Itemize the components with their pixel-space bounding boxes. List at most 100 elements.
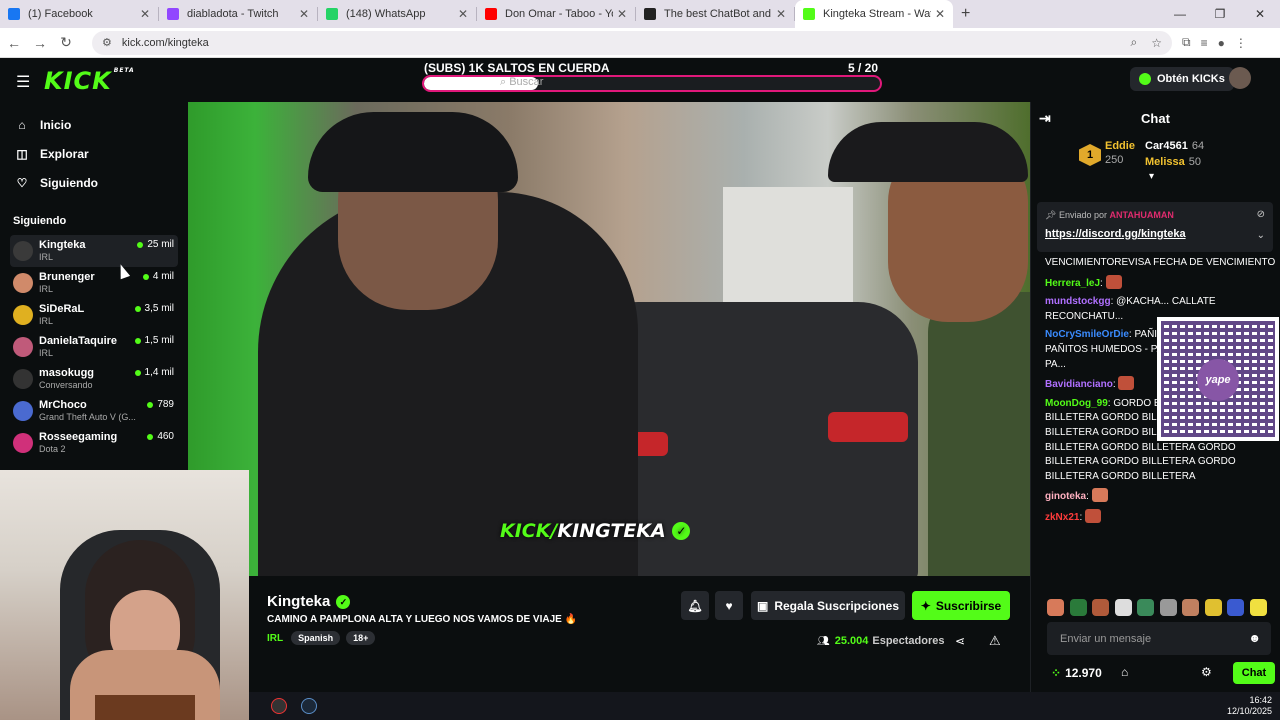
close-tab-icon[interactable]: ✕ — [458, 7, 468, 21]
emote-icon — [1105, 274, 1122, 289]
hide-pin-icon[interactable]: ⊘ — [1257, 209, 1265, 220]
user-avatar[interactable] — [1229, 67, 1251, 89]
site-info-icon[interactable]: ⚙ — [102, 36, 112, 49]
forward-icon[interactable]: → — [28, 35, 52, 51]
tag-language[interactable]: Spanish — [291, 631, 341, 645]
emote-button[interactable] — [1137, 599, 1154, 616]
subscribe-button[interactable]: ✦ Suscribirse — [912, 591, 1010, 620]
emote-button[interactable] — [1182, 599, 1199, 616]
back-icon[interactable]: ← — [2, 35, 26, 51]
get-kicks-button[interactable]: Obtén KICKs — [1130, 67, 1234, 91]
kicks-balance[interactable]: ⁘ 12.970 — [1051, 666, 1102, 680]
emote-button[interactable] — [1204, 599, 1222, 616]
chat-username[interactable]: Bavidianciano — [1045, 379, 1113, 390]
browser-tab[interactable]: (1) Facebook ✕ — [0, 0, 158, 28]
bookmark-star-icon[interactable]: ☆ — [1151, 36, 1162, 50]
streamer-name[interactable]: Kingteka ✓ — [267, 593, 351, 610]
steam-icon[interactable] — [301, 698, 317, 714]
chat-header: ⇥ Chat — [1031, 102, 1280, 135]
browser-menu-icon[interactable]: ⋮ — [1235, 36, 1247, 50]
channel-avatar — [13, 369, 33, 389]
browser-tab[interactable]: The best ChatBot and Widgets✕ — [636, 0, 794, 28]
browser-tab[interactable]: Kingteka Stream - Watch Li✕ — [795, 0, 953, 28]
leader-second[interactable]: Car4561 64 — [1145, 140, 1204, 152]
emote-button[interactable] — [1249, 599, 1267, 616]
expand-leaderboard-icon[interactable]: ▾ — [1149, 171, 1154, 182]
follow-heart-button[interactable]: ♥ — [715, 591, 743, 620]
emote-button[interactable] — [1159, 599, 1177, 616]
chat-username[interactable]: Herrera_leJ — [1045, 278, 1100, 289]
home-icon: ⌂ — [18, 117, 26, 132]
emote-button[interactable] — [1069, 599, 1087, 616]
profile-icon[interactable]: ● — [1218, 36, 1225, 50]
leader-third[interactable]: Melissa 50 — [1145, 156, 1201, 168]
menu-icon[interactable]: ☰ — [16, 72, 30, 92]
restore-icon[interactable]: ❐ — [1200, 0, 1240, 28]
browser-tab[interactable]: (148) WhatsApp ✕ — [318, 0, 476, 28]
os-taskbar: 16:42 12/10/2025 — [249, 692, 1280, 720]
close-tab-icon[interactable]: ✕ — [935, 7, 945, 21]
gift-subs-button[interactable]: ▣ Regala Suscripciones — [751, 591, 905, 620]
pinned-link[interactable]: https://discord.gg/kingteka — [1045, 228, 1186, 240]
close-tab-icon[interactable]: ✕ — [776, 7, 786, 21]
app-icon[interactable] — [271, 698, 287, 714]
reload-icon[interactable]: ↻ — [54, 34, 78, 51]
kick-logo[interactable]: KICK BETA — [44, 67, 135, 95]
followed-channel[interactable]: Brunenger IRL 4 mil — [10, 267, 178, 299]
sidebar-nav-inicio[interactable]: ⌂ Inicio — [0, 110, 188, 139]
chat-message: ginoteka: — [1045, 488, 1277, 505]
emote-button[interactable] — [1092, 599, 1109, 616]
live-dot-icon — [147, 433, 154, 440]
close-tab-icon[interactable]: ✕ — [299, 7, 309, 21]
notification-bell-button[interactable]: 🔔︎ — [681, 591, 709, 620]
followed-channel[interactable]: Rosseegaming Dota 2 460 — [10, 427, 178, 459]
stream-tags: IRL Spanish 18+ — [267, 631, 381, 645]
send-chat-button[interactable]: Chat — [1233, 662, 1275, 684]
emote-icon — [1085, 508, 1102, 523]
viewers-icon: 👥︎ — [817, 635, 830, 647]
report-icon[interactable]: ⚠ — [989, 633, 1001, 649]
tab-favicon-icon — [803, 8, 815, 20]
minimize-icon[interactable]: — — [1160, 0, 1200, 28]
chat-username[interactable]: zkNx21 — [1045, 512, 1079, 523]
store-icon[interactable]: ⌂ — [1121, 665, 1128, 679]
close-tab-icon[interactable]: ✕ — [140, 7, 150, 21]
browser-tab[interactable]: Don Omar - Taboo - YouTube✕ — [477, 0, 635, 28]
browser-tab[interactable]: diabladota - Twitch ✕ — [159, 0, 317, 28]
followed-channel[interactable]: Kingteka IRL 25 mil — [10, 235, 178, 267]
chat-username[interactable]: mundstockgg — [1045, 296, 1111, 307]
followed-channel[interactable]: MrChoco Grand Theft Auto V (G... 789 — [10, 395, 178, 427]
chat-username[interactable]: MoonDog_99 — [1045, 398, 1108, 409]
goal-progress-bar — [422, 75, 882, 92]
media-control-icon[interactable]: ≡ — [1201, 36, 1208, 50]
zoom-icon[interactable]: ⌕ — [1131, 35, 1138, 50]
followed-channel[interactable]: DanielaTaquire IRL 1,5 mil — [10, 331, 178, 363]
emoji-picker-icon[interactable]: ☻ — [1248, 631, 1261, 645]
chat-message-input[interactable]: Enviar un mensaje ☻ — [1047, 622, 1271, 655]
emote-button[interactable] — [1047, 599, 1064, 616]
sidebar-nav-explorar[interactable]: ◫ Explorar — [0, 139, 188, 168]
close-window-icon[interactable]: ✕ — [1240, 0, 1280, 28]
close-tab-icon[interactable]: ✕ — [617, 7, 627, 21]
tab-favicon-icon — [485, 8, 497, 20]
tag-age[interactable]: 18+ — [346, 631, 376, 645]
search-input[interactable]: ⌕ Buscar — [500, 76, 543, 89]
collapse-chat-icon[interactable]: ⇥ — [1039, 102, 1051, 135]
chevron-down-icon[interactable]: ⌄ — [1257, 230, 1265, 241]
category-link[interactable]: IRL — [267, 633, 283, 644]
channel-viewers: 25 mil — [137, 239, 174, 250]
leader-first-name[interactable]: Eddie — [1105, 140, 1135, 152]
video-player[interactable]: KICK/KINGTEKA ✓ — [188, 102, 1030, 576]
followed-channel[interactable]: masokugg Conversando 1,4 mil — [10, 363, 178, 395]
chat-username[interactable]: NoCrySmileOrDie — [1045, 329, 1129, 340]
share-icon[interactable]: ⋖ — [955, 634, 965, 648]
emote-button[interactable] — [1114, 599, 1132, 616]
extensions-icon[interactable]: ⧉ — [1182, 35, 1191, 50]
url-field[interactable]: ⚙ kick.com/kingteka ⌕ ☆ — [92, 30, 1172, 55]
emote-button[interactable] — [1227, 599, 1244, 616]
followed-channel[interactable]: SiDeRaL IRL 3,5 mil — [10, 299, 178, 331]
settings-gear-icon[interactable]: ⚙ — [1201, 665, 1212, 679]
new-tab-button[interactable]: + — [961, 5, 970, 23]
sidebar-nav-siguiendo[interactable]: ♡ Siguiendo — [0, 168, 188, 197]
chat-username[interactable]: ginoteka — [1045, 491, 1086, 502]
